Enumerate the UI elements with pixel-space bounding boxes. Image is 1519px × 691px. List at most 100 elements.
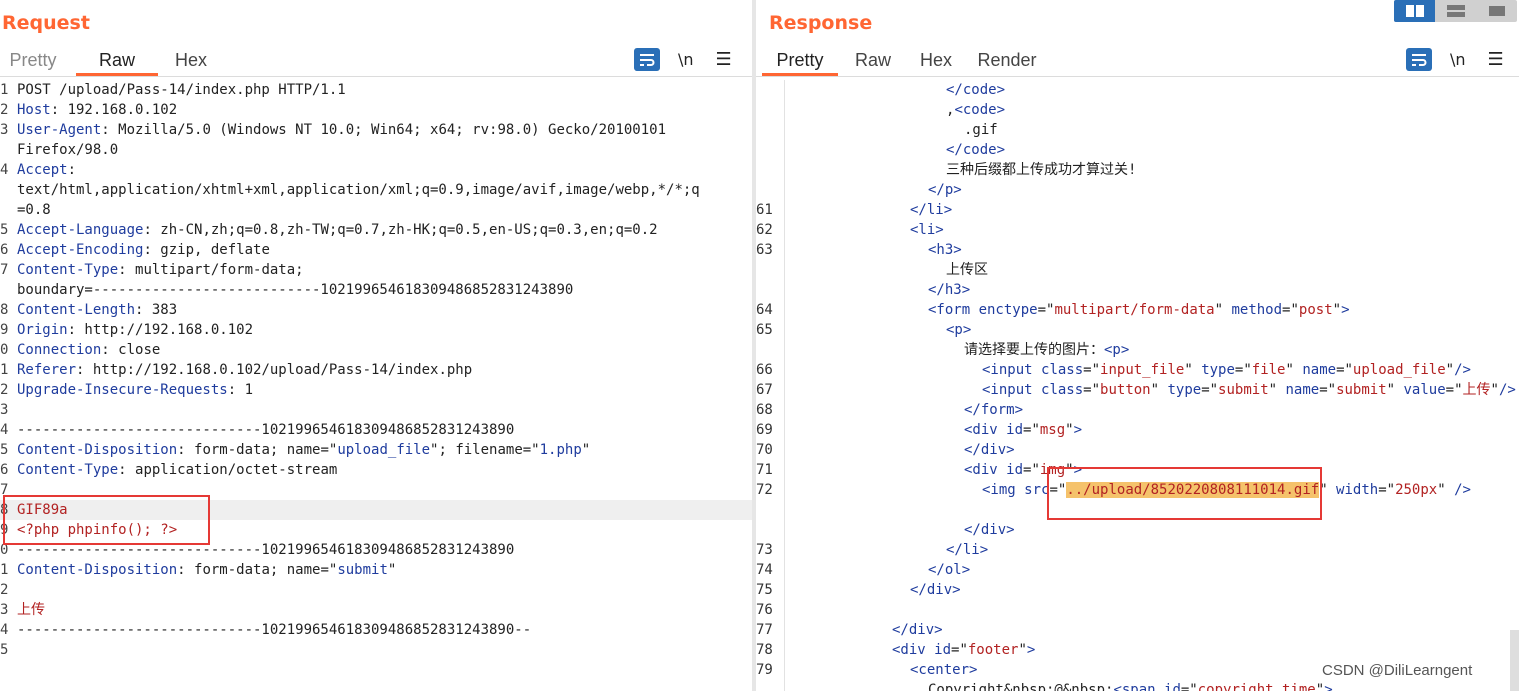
line-number: 3 (0, 122, 9, 138)
code-line: 4 Accept: (0, 160, 752, 180)
code-text: Accept-Encoding: gzip, deflate (17, 240, 270, 260)
response-tab-render[interactable]: Render (974, 44, 1040, 76)
line-number: 67 (756, 382, 773, 398)
code-line: 4 -----------------------------1021996546… (0, 620, 752, 640)
code-token: =" (1201, 382, 1219, 398)
line-number: 64 (756, 302, 773, 318)
code-token: : (67, 162, 77, 178)
line-number: 6 (0, 462, 9, 478)
code-text: Content-Disposition: form-data; name="up… (17, 440, 590, 460)
code-token: <input (982, 362, 1042, 378)
code-text: POST /upload/Pass-14/index.php HTTP/1.1 (17, 80, 346, 100)
response-scrollbar-thumb[interactable] (1510, 630, 1519, 691)
code-token: submit (337, 562, 388, 578)
code-text: Accept-Language: zh-CN,zh;q=0.8,zh-TW;q=… (17, 220, 658, 240)
response-tab-hex[interactable]: Hex (914, 44, 958, 76)
code-text: <input class="button" type="submit" name… (784, 380, 1516, 400)
wrap-lines-icon[interactable] (634, 48, 660, 71)
code-token: </code> (946, 142, 1006, 158)
menu-icon[interactable]: ☰ (716, 49, 732, 70)
code-token: =" (951, 642, 968, 658)
code-line: 5 Content-Disposition: form-data; name="u… (0, 440, 752, 460)
response-toolbar: \n ☰ (1406, 48, 1504, 71)
code-token: "; filename=" (430, 442, 540, 458)
code-text: <p> (784, 320, 971, 340)
response-title: Response (769, 12, 873, 34)
code-line: 75 </div> (756, 580, 1519, 600)
code-token: : 192.168.0.102 (50, 102, 178, 118)
response-tab-pretty[interactable]: Pretty (762, 44, 838, 76)
code-token: .gif (964, 122, 998, 138)
line-number: 2 (0, 382, 9, 398)
request-panel: Request Pretty Raw Hex \n ☰ 1 POST /uploa… (0, 0, 752, 691)
show-newlines-button[interactable]: \n (1450, 50, 1466, 69)
code-token: =0.8 (17, 202, 51, 218)
request-tab-hex[interactable]: Hex (166, 44, 216, 76)
code-line: boundary=---------------------------1021… (0, 280, 752, 300)
code-token: <code> (954, 102, 1006, 118)
code-token: <p> (1104, 342, 1130, 358)
line-number: 76 (756, 602, 773, 618)
response-tab-raw[interactable]: Raw (852, 44, 894, 76)
request-editor[interactable]: 1 POST /upload/Pass-14/index.php HTTP/1.1… (0, 80, 752, 691)
code-token: " (1445, 362, 1455, 378)
code-text: </form> (784, 400, 1023, 420)
code-line: 62 <li> (756, 220, 1519, 240)
code-token: name (1285, 382, 1320, 398)
show-newlines-button[interactable]: \n (678, 50, 694, 69)
code-line: </div> (756, 520, 1519, 540)
code-token: 三种后缀都上传成功才算过关! (946, 162, 1137, 178)
code-line: 请选择要上传的图片：<p> (756, 340, 1519, 360)
code-line: 1 Content-Disposition: form-data; name="s… (0, 560, 752, 580)
menu-icon[interactable]: ☰ (1488, 49, 1504, 70)
code-token: upload_file (337, 442, 431, 458)
request-tab-raw[interactable]: Raw (76, 44, 158, 76)
request-toolbar: \n ☰ (634, 48, 732, 71)
code-text: </h3> (784, 280, 970, 300)
line-number: 6 (0, 242, 9, 258)
layout-stacked-icon[interactable] (1435, 0, 1476, 22)
request-tab-pretty[interactable]: Pretty (0, 44, 66, 76)
line-number: 68 (756, 402, 773, 418)
code-token: enctype (978, 302, 1038, 318)
code-line: 8 Content-Length: 383 (0, 300, 752, 320)
wrap-lines-icon[interactable] (1406, 48, 1432, 71)
code-token: Host (17, 102, 51, 118)
code-token: Origin (17, 322, 68, 338)
code-token: <span (1113, 682, 1165, 691)
code-token: =" (1445, 382, 1463, 398)
code-line: 67 <input class="button" type="submit" na… (756, 380, 1519, 400)
code-token: id (1164, 682, 1181, 691)
code-token: " (1332, 302, 1342, 318)
code-text: Copyright&nbsp;@&nbsp;<span id="copyrigh… (784, 680, 1333, 691)
code-line: text/html,application/xhtml+xml,applicat… (0, 180, 752, 200)
code-token: " (1285, 362, 1303, 378)
code-token: 上传区 (946, 262, 988, 278)
code-text: </li> (784, 200, 952, 220)
line-number: 1 (0, 82, 9, 98)
code-text: </div> (784, 440, 1015, 460)
code-token: Accept (17, 162, 68, 178)
code-token: : gzip, deflate (143, 242, 270, 258)
line-number: 61 (756, 202, 773, 218)
code-token: /> (1498, 382, 1516, 398)
code-line: 1 Referer: http://192.168.0.102/upload/Pa… (0, 360, 752, 380)
layout-tabs-icon[interactable] (1476, 0, 1517, 22)
code-token: <input (982, 382, 1042, 398)
response-editor[interactable]: </code> ,<code> .gif </code> 三种后缀都上传成功才算过关! <… (756, 80, 1519, 691)
code-line: 70 </div> (756, 440, 1519, 460)
response-panel: Response Pretty Raw Hex Render \n ☰ </co… (756, 0, 1519, 691)
code-token: " (1018, 642, 1027, 658)
code-text: <div id="footer"> (784, 640, 1035, 660)
line-number: 72 (756, 482, 773, 498)
line-number: 3 (0, 402, 9, 418)
line-number: 79 (756, 662, 773, 678)
layout-side-by-side-icon[interactable] (1394, 0, 1435, 22)
line-number: 9 (0, 322, 9, 338)
code-token: /> (1454, 362, 1471, 378)
code-token: 上传 (17, 602, 45, 618)
line-number: 0 (0, 342, 9, 358)
code-token: 请选择要上传的图片： (964, 342, 1104, 358)
code-token: =" (1023, 462, 1040, 478)
code-token: <div (892, 642, 935, 658)
